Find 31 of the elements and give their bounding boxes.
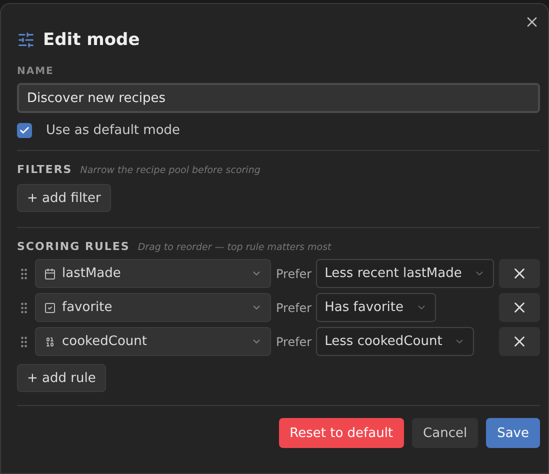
delete-rule-button[interactable] — [499, 259, 540, 288]
section-hint: Narrow the recipe pool before scoring — [80, 165, 260, 176]
add-filter-button[interactable]: + add filter — [17, 184, 111, 212]
dialog-title: Edit mode — [43, 30, 140, 50]
delete-rule-button[interactable] — [499, 327, 540, 356]
checkbox[interactable] — [17, 123, 32, 138]
sliders-icon — [17, 31, 35, 49]
section-heading: SCORING RULES — [17, 240, 130, 253]
checkbox-label: Use as default mode — [46, 123, 180, 138]
check-icon — [19, 125, 30, 136]
direction-select[interactable]: Less cookedCount — [316, 327, 474, 356]
section-hint: Drag to reorder — top rule matters most — [138, 242, 332, 253]
field-select[interactable]: cookedCount — [35, 327, 271, 356]
add-rule-button[interactable]: + add rule — [17, 364, 106, 392]
direction-select[interactable]: Less recent lastMade — [316, 259, 494, 288]
section-heading: FILTERS — [17, 163, 72, 176]
prefer-label: Prefer — [276, 266, 312, 280]
name-input[interactable]: Discover new recipes — [17, 83, 540, 113]
calendar-icon — [44, 268, 56, 280]
prefer-label: Prefer — [276, 334, 312, 348]
delete-rule-button[interactable] — [499, 293, 540, 322]
field-select[interactable]: favorite — [35, 293, 271, 322]
direction-select[interactable]: Has favorite — [316, 293, 436, 322]
cancel-button[interactable]: Cancel — [412, 418, 478, 448]
binary-icon — [44, 336, 56, 348]
prefer-label: Prefer — [276, 300, 312, 314]
field-label: NAME — [17, 66, 55, 77]
reset-button[interactable]: Reset to default — [278, 418, 404, 448]
save-button[interactable]: Save — [486, 418, 540, 448]
checkbox-icon — [44, 302, 56, 314]
field-select[interactable]: lastMade — [35, 259, 271, 288]
